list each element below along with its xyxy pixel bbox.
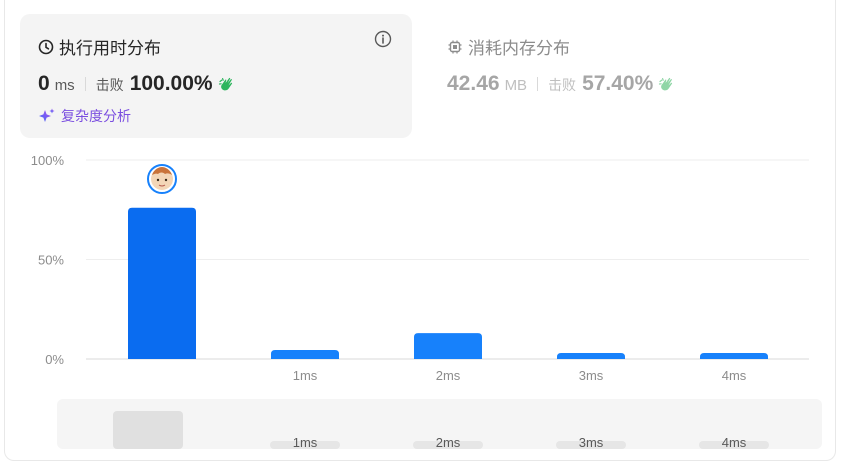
runtime-distribution-chart[interactable]: 0% 50% 100% 1ms 2ms 3ms 4ms 1ms 2ms 3ms 4ms [0,0,841,465]
y-tick-label: 0% [45,352,64,367]
navigator-tick-label: 2ms [436,435,461,450]
bar-1ms[interactable] [271,350,339,359]
range-navigator[interactable]: 1ms 2ms 3ms 4ms [57,399,822,450]
bar-3ms[interactable] [557,353,625,359]
x-tick-label: 2ms [436,368,461,383]
navigator-tick-label: 4ms [722,435,747,450]
navigator-tick-label: 1ms [293,435,318,450]
bar-2ms[interactable] [414,333,482,359]
navigator-tick-label: 3ms [579,435,604,450]
bar-0ms[interactable] [128,207,196,359]
y-tick-label: 50% [38,253,64,268]
x-tick-label: 3ms [579,368,604,383]
navigator-selection-handle[interactable] [113,411,183,449]
x-tick-label: 4ms [722,368,747,383]
x-tick-label: 1ms [293,368,318,383]
user-avatar [147,164,177,194]
y-tick-label: 100% [31,153,65,168]
bar-4ms[interactable] [700,353,768,359]
